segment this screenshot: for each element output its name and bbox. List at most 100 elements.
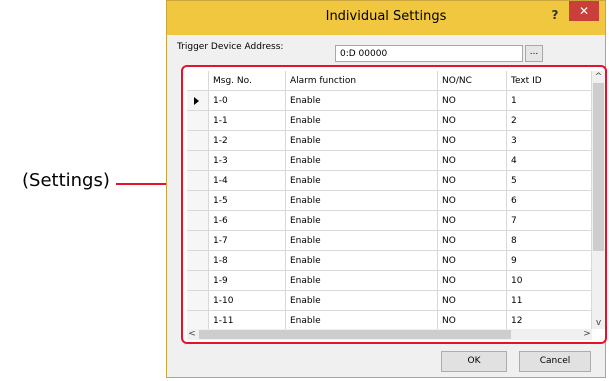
text-id-cell[interactable]: 5 — [507, 171, 592, 191]
alarm-function-cell[interactable]: Enable — [286, 171, 438, 191]
row-header[interactable] — [187, 91, 209, 111]
scroll-right-arrow-icon[interactable]: > — [582, 329, 592, 340]
table-row[interactable]: 1-2 Enable NO 3 — [187, 131, 592, 151]
msg-no-cell[interactable]: 1-3 — [209, 151, 286, 171]
row-header[interactable] — [187, 231, 209, 251]
settings-callout-label: (Settings) — [22, 170, 110, 191]
settings-table: Msg. No. Alarm function NO/NC Text ID 1-… — [187, 71, 592, 329]
cancel-button[interactable]: Cancel — [519, 351, 591, 372]
row-header[interactable] — [187, 171, 209, 191]
scroll-up-arrow-icon[interactable]: ^ — [592, 71, 605, 83]
row-header[interactable] — [187, 131, 209, 151]
table-row[interactable]: 1-8 Enable NO 9 — [187, 251, 592, 271]
row-header[interactable] — [187, 191, 209, 211]
row-header-corner — [187, 71, 209, 91]
browse-button[interactable]: ... — [525, 45, 543, 62]
column-header-alarm-function[interactable]: Alarm function — [286, 71, 438, 91]
msg-no-cell[interactable]: 1-8 — [209, 251, 286, 271]
column-header-no-nc[interactable]: NO/NC — [438, 71, 507, 91]
no-nc-cell[interactable]: NO — [438, 271, 507, 291]
row-header[interactable] — [187, 111, 209, 131]
table-row[interactable]: 1-10 Enable NO 11 — [187, 291, 592, 311]
row-header[interactable] — [187, 251, 209, 271]
horizontal-scroll-thumb[interactable] — [199, 330, 511, 339]
column-header-msg-no[interactable]: Msg. No. — [209, 71, 286, 91]
msg-no-cell[interactable]: 1-4 — [209, 171, 286, 191]
table-row[interactable]: 1-0 Enable NO 1 — [187, 91, 592, 111]
msg-no-cell[interactable]: 1-11 — [209, 311, 286, 329]
column-header-text-id[interactable]: Text ID — [507, 71, 592, 91]
individual-settings-dialog: Individual Settings ? ✕ Trigger Device A… — [166, 0, 607, 378]
table-row[interactable]: 1-7 Enable NO 8 — [187, 231, 592, 251]
alarm-function-cell[interactable]: Enable — [286, 311, 438, 329]
text-id-cell[interactable]: 8 — [507, 231, 592, 251]
no-nc-cell[interactable]: NO — [438, 311, 507, 329]
table-row[interactable]: 1-9 Enable NO 10 — [187, 271, 592, 291]
alarm-function-cell[interactable]: Enable — [286, 151, 438, 171]
msg-no-cell[interactable]: 1-5 — [209, 191, 286, 211]
msg-no-cell[interactable]: 1-10 — [209, 291, 286, 311]
ok-button[interactable]: OK — [441, 351, 507, 372]
table-row[interactable]: 1-6 Enable NO 7 — [187, 211, 592, 231]
settings-grid-highlight: Msg. No. Alarm function NO/NC Text ID 1-… — [181, 65, 607, 344]
alarm-function-cell[interactable]: Enable — [286, 111, 438, 131]
msg-no-cell[interactable]: 1-1 — [209, 111, 286, 131]
scroll-down-arrow-icon[interactable]: v — [592, 317, 605, 329]
text-id-cell[interactable]: 9 — [507, 251, 592, 271]
row-header[interactable] — [187, 151, 209, 171]
table-row[interactable]: 1-4 Enable NO 5 — [187, 171, 592, 191]
msg-no-cell[interactable]: 1-2 — [209, 131, 286, 151]
no-nc-cell[interactable]: NO — [438, 131, 507, 151]
text-id-cell[interactable]: 3 — [507, 131, 592, 151]
title-bar: Individual Settings ? ✕ — [167, 1, 605, 35]
vertical-scroll-thumb[interactable] — [593, 83, 604, 251]
no-nc-cell[interactable]: NO — [438, 231, 507, 251]
text-id-cell[interactable]: 12 — [507, 311, 592, 329]
no-nc-cell[interactable]: NO — [438, 111, 507, 131]
row-header[interactable] — [187, 271, 209, 291]
dialog-title: Individual Settings — [325, 9, 447, 24]
close-button[interactable]: ✕ — [569, 1, 599, 21]
table-header: Msg. No. Alarm function NO/NC Text ID — [187, 71, 592, 91]
vertical-scrollbar[interactable]: ^ v — [592, 71, 605, 329]
msg-no-cell[interactable]: 1-7 — [209, 231, 286, 251]
text-id-cell[interactable]: 4 — [507, 151, 592, 171]
text-id-cell[interactable]: 6 — [507, 191, 592, 211]
trigger-device-address-input[interactable] — [335, 45, 523, 62]
text-id-cell[interactable]: 1 — [507, 91, 592, 111]
text-id-cell[interactable]: 2 — [507, 111, 592, 131]
table-row[interactable]: 1-1 Enable NO 2 — [187, 111, 592, 131]
table-row[interactable]: 1-3 Enable NO 4 — [187, 151, 592, 171]
row-header[interactable] — [187, 211, 209, 231]
alarm-function-cell[interactable]: Enable — [286, 211, 438, 231]
help-button[interactable]: ? — [543, 5, 567, 25]
row-header[interactable] — [187, 311, 209, 329]
no-nc-cell[interactable]: NO — [438, 191, 507, 211]
table-row[interactable]: 1-5 Enable NO 6 — [187, 191, 592, 211]
no-nc-cell[interactable]: NO — [438, 251, 507, 271]
alarm-function-cell[interactable]: Enable — [286, 191, 438, 211]
no-nc-cell[interactable]: NO — [438, 91, 507, 111]
msg-no-cell[interactable]: 1-6 — [209, 211, 286, 231]
text-id-cell[interactable]: 7 — [507, 211, 592, 231]
trigger-device-address-label: Trigger Device Address: — [177, 42, 284, 52]
current-row-arrow-icon — [194, 97, 199, 105]
msg-no-cell[interactable]: 1-9 — [209, 271, 286, 291]
msg-no-cell[interactable]: 1-0 — [209, 91, 286, 111]
text-id-cell[interactable]: 10 — [507, 271, 592, 291]
no-nc-cell[interactable]: NO — [438, 211, 507, 231]
scroll-left-arrow-icon[interactable]: < — [187, 329, 197, 340]
alarm-function-cell[interactable]: Enable — [286, 271, 438, 291]
horizontal-scrollbar[interactable]: < > — [187, 329, 592, 340]
no-nc-cell[interactable]: NO — [438, 171, 507, 191]
no-nc-cell[interactable]: NO — [438, 151, 507, 171]
text-id-cell[interactable]: 11 — [507, 291, 592, 311]
alarm-function-cell[interactable]: Enable — [286, 91, 438, 111]
alarm-function-cell[interactable]: Enable — [286, 231, 438, 251]
no-nc-cell[interactable]: NO — [438, 291, 507, 311]
alarm-function-cell[interactable]: Enable — [286, 131, 438, 151]
table-row[interactable]: 1-11 Enable NO 12 — [187, 311, 592, 329]
alarm-function-cell[interactable]: Enable — [286, 291, 438, 311]
row-header[interactable] — [187, 291, 209, 311]
alarm-function-cell[interactable]: Enable — [286, 251, 438, 271]
